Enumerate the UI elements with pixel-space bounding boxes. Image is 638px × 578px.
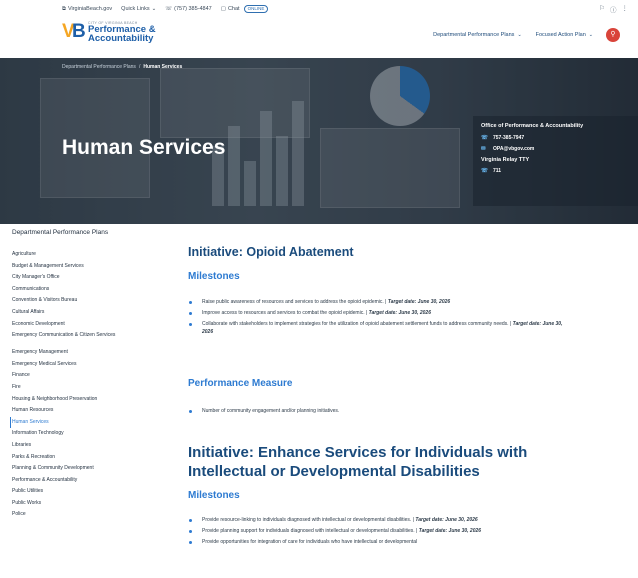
- list-item: Provide planning support for individuals…: [188, 527, 568, 535]
- relay-label: Virginia Relay TTY: [481, 157, 530, 163]
- search-icon: ⚲: [610, 31, 616, 38]
- sidebar-item-cultural-affairs[interactable]: Cultural Affairs: [12, 307, 162, 319]
- sidebar-item-human-services[interactable]: Human Services: [10, 416, 162, 429]
- menu-icon[interactable]: ⋮: [622, 4, 629, 14]
- external-link-icon: ⧉: [62, 5, 66, 12]
- milestones-list: Provide resource-linking to individuals …: [188, 516, 568, 549]
- mail-icon: ✉: [481, 146, 486, 152]
- sidebar-item-city-manager[interactable]: City Manager's Office: [12, 272, 162, 284]
- contact-card: Office of Performance & Accountability ☏…: [473, 116, 638, 206]
- main-nav: Departmental Performance Plans ⌄ Focused …: [433, 32, 593, 38]
- sidebar-item-agriculture[interactable]: Agriculture: [12, 249, 162, 261]
- chevron-down-icon: ⌄: [517, 32, 522, 38]
- page-title: Human Services: [62, 136, 226, 159]
- sidebar-item-it[interactable]: Information Technology: [12, 428, 162, 440]
- site-header: VB CITY OF VIRGINIA BEACH Performance & …: [0, 18, 638, 58]
- sidebar-item-emergency-management[interactable]: Emergency Management: [12, 347, 162, 359]
- contact-phone[interactable]: ☏ 757-385-7947: [481, 135, 638, 141]
- sidebar-item-police[interactable]: Police: [12, 509, 162, 521]
- measures-list: Number of community engagement and/or pl…: [188, 407, 568, 418]
- milestones-heading: Milestones: [188, 271, 240, 282]
- bullet-icon: [189, 323, 192, 326]
- hero-banner: Departmental Performance Plans / Human Ser…: [0, 58, 638, 224]
- bullet-icon: [189, 541, 192, 544]
- sidebar-item-public-utilities[interactable]: Public Utilities: [12, 486, 162, 498]
- sidebar-item-human-resources[interactable]: Human Resources: [12, 405, 162, 417]
- bullet-icon: [189, 530, 192, 533]
- contact-email[interactable]: ✉ OPA@vbgov.com: [481, 146, 638, 152]
- sidebar-item-public-works[interactable]: Public Works: [12, 498, 162, 510]
- sidebar-list: Agriculture Budget & Management Services…: [10, 249, 162, 521]
- milestones-list: Raise public awareness of resources and …: [188, 298, 568, 339]
- contact-title: Office of Performance & Accountability: [481, 123, 584, 129]
- milestones-heading: Milestones: [188, 490, 240, 501]
- sidebar-item-communications[interactable]: Communications: [12, 284, 162, 296]
- sidebar-item-ems[interactable]: Emergency Medical Services: [12, 359, 162, 371]
- accessibility-icon[interactable]: ⚐: [599, 4, 605, 14]
- site-link[interactable]: ⧉ VirginiaBeach.gov: [62, 6, 112, 13]
- list-item: Provide resource-linking to individuals …: [188, 516, 568, 524]
- phone-link[interactable]: ☏ (757) 385-4847: [165, 6, 212, 12]
- list-item: Provide opportunities for integration of…: [188, 538, 568, 546]
- breadcrumb-current: Human Services: [143, 64, 183, 70]
- nav-departmental-plans[interactable]: Departmental Performance Plans ⌄: [433, 32, 522, 38]
- list-item: Number of community engagement and/or pl…: [188, 407, 568, 415]
- sidebar-item-libraries[interactable]: Libraries: [12, 440, 162, 452]
- bullet-icon: [189, 312, 192, 315]
- list-item: Improve access to resources and services…: [188, 309, 568, 317]
- phone-icon: ☏: [165, 6, 173, 12]
- sidebar-item-economic-development[interactable]: Economic Development: [12, 319, 162, 331]
- bullet-icon: [189, 519, 192, 522]
- vb-logo-mark: VB: [62, 21, 86, 42]
- phone-icon: ☏: [481, 135, 488, 141]
- breadcrumb-separator: /: [138, 64, 141, 70]
- utility-bar: ⧉ VirginiaBeach.gov Quick Links ⌄ ☏ (757…: [0, 0, 638, 18]
- main-content: Initiative: Opioid Abatement Milestones …: [188, 224, 583, 578]
- initiative-heading: Initiative: Enhance Services for Individ…: [188, 444, 528, 480]
- list-item: Collaborate with stakeholders to impleme…: [188, 320, 568, 336]
- sidebar-item-finance[interactable]: Finance: [12, 370, 162, 382]
- chat-icon: ▢: [220, 6, 226, 12]
- chevron-down-icon: ⌄: [588, 32, 593, 38]
- sidebar-item-performance[interactable]: Performance & Accountability: [12, 475, 162, 487]
- relay-number[interactable]: ☏ 711: [481, 168, 638, 174]
- sidebar-heading: Departmental Performance Plans: [12, 229, 109, 236]
- sidebar-item-emergency-communication[interactable]: Emergency Communication & Citizen Servic…: [12, 330, 162, 347]
- sidebar-item-fire[interactable]: Fire: [12, 382, 162, 394]
- breadcrumb-parent[interactable]: Departmental Performance Plans: [62, 64, 136, 70]
- sidebar-item-planning[interactable]: Planning & Community Development: [12, 463, 162, 475]
- logo-line-2: Accountability: [88, 33, 154, 44]
- quick-links-dropdown[interactable]: Quick Links ⌄: [121, 6, 156, 12]
- chat-status-badge: ONLINE: [243, 5, 269, 13]
- bullet-icon: [189, 301, 192, 304]
- sidebar-item-parks[interactable]: Parks & Recreation: [12, 452, 162, 464]
- chat-link[interactable]: ▢ Chat ONLINE: [221, 5, 269, 13]
- help-icon[interactable]: ⓘ: [610, 4, 617, 14]
- bullet-icon: [189, 410, 192, 413]
- sidebar: Departmental Performance Plans Agricultu…: [10, 224, 162, 578]
- search-button[interactable]: ⚲: [606, 28, 620, 42]
- site-logo[interactable]: VB CITY OF VIRGINIA BEACH Performance & …: [62, 21, 156, 43]
- performance-measure-heading: Performance Measure: [188, 378, 293, 389]
- breadcrumb: Departmental Performance Plans / Human Ser…: [62, 64, 182, 70]
- initiative-heading: Initiative: Opioid Abatement: [188, 245, 354, 259]
- nav-focused-action-plan[interactable]: Focused Action Plan ⌄: [536, 32, 593, 38]
- sidebar-item-budget[interactable]: Budget & Management Services: [12, 261, 162, 273]
- phone-icon: ☏: [481, 168, 488, 174]
- sidebar-item-housing[interactable]: Housing & Neighborhood Preservation: [12, 394, 162, 406]
- sidebar-item-convention[interactable]: Convention & Visitors Bureau: [12, 295, 162, 307]
- chevron-down-icon: ⌄: [151, 6, 157, 12]
- list-item: Raise public awareness of resources and …: [188, 298, 568, 306]
